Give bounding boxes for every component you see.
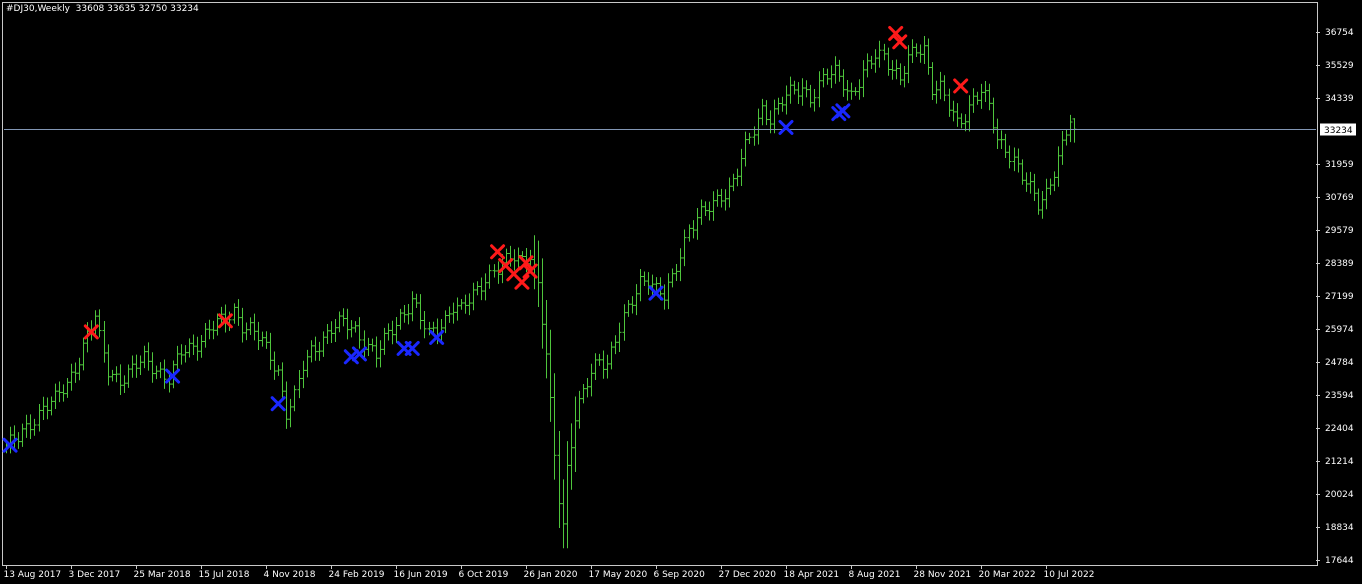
x-axis-tick-label: 28 Nov 2021 bbox=[914, 570, 972, 580]
buy-signal-marker bbox=[270, 396, 286, 412]
y-axis-tick-label: 23594 bbox=[1325, 391, 1354, 401]
buy-signal-marker bbox=[835, 103, 851, 119]
x-axis-tick-label: 15 Jul 2018 bbox=[199, 570, 250, 580]
x-axis-tick-label: 13 Aug 2017 bbox=[4, 570, 62, 580]
y-axis-tick-label: 34339 bbox=[1325, 94, 1354, 104]
y-axis-tick-label: 18834 bbox=[1325, 523, 1354, 533]
buy-signal-marker bbox=[404, 340, 420, 356]
x-axis-tick-label: 24 Feb 2019 bbox=[329, 570, 385, 580]
y-axis-tick-label: 24784 bbox=[1325, 358, 1354, 368]
sell-signal-marker bbox=[953, 78, 969, 94]
x-axis-tick-label: 6 Sep 2020 bbox=[654, 570, 706, 580]
ohlc-chart[interactable]: 36754 35529 34339 31959 30769 29579 28389 27199… bbox=[0, 0, 1362, 584]
chart-title: #DJ30,Weekly 33608 33635 32750 33234 bbox=[6, 4, 199, 14]
x-axis-tick-label: 6 Oct 2019 bbox=[459, 570, 509, 580]
y-axis-tick-label: 25974 bbox=[1325, 325, 1354, 335]
buy-signal-marker bbox=[778, 119, 794, 135]
y-axis-tick-label: 31959 bbox=[1325, 160, 1354, 170]
x-axis-tick-label: 27 Dec 2020 bbox=[719, 570, 777, 580]
y-axis-tick-label: 27199 bbox=[1325, 292, 1354, 302]
y-axis-tick-label: 29579 bbox=[1325, 226, 1354, 236]
x-axis-tick-label: 16 Jun 2019 bbox=[394, 570, 448, 580]
y-axis-tick-label: 17644 bbox=[1325, 556, 1354, 566]
y-axis-tick-label: 20024 bbox=[1325, 490, 1354, 500]
x-axis-tick-label: 4 Nov 2018 bbox=[264, 570, 316, 580]
y-axis-tick-label: 21214 bbox=[1325, 457, 1354, 467]
x-axis-tick-label: 17 May 2020 bbox=[589, 570, 648, 580]
chart-root: 36754 35529 34339 31959 30769 29579 28389 27199… bbox=[0, 0, 1362, 584]
x-axis-tick-label: 26 Jan 2020 bbox=[524, 570, 578, 580]
sell-signal-marker bbox=[514, 274, 530, 290]
x-axis-tick-label: 25 Mar 2018 bbox=[134, 570, 191, 580]
y-axis-tick-label: 22404 bbox=[1325, 424, 1354, 434]
buy-signal-marker bbox=[165, 368, 181, 384]
y-axis-tick-label: 28389 bbox=[1325, 259, 1354, 269]
x-axis-tick-label: 8 Aug 2021 bbox=[849, 570, 901, 580]
y-axis-tick-label: 35529 bbox=[1325, 61, 1354, 71]
x-axis-tick-label: 20 Mar 2022 bbox=[979, 570, 1036, 580]
x-axis-tick-label: 3 Dec 2017 bbox=[69, 570, 121, 580]
x-axis-tick-label: 10 Jul 2022 bbox=[1044, 570, 1095, 580]
buy-signal-marker bbox=[429, 329, 445, 345]
x-axis-tick-label: 18 Apr 2021 bbox=[784, 570, 840, 580]
sell-signal-marker bbox=[490, 244, 506, 260]
current-price-label: 33234 bbox=[1324, 126, 1353, 136]
y-axis-tick-label: 30769 bbox=[1325, 193, 1354, 203]
y-axis-tick-label: 36754 bbox=[1325, 28, 1354, 38]
